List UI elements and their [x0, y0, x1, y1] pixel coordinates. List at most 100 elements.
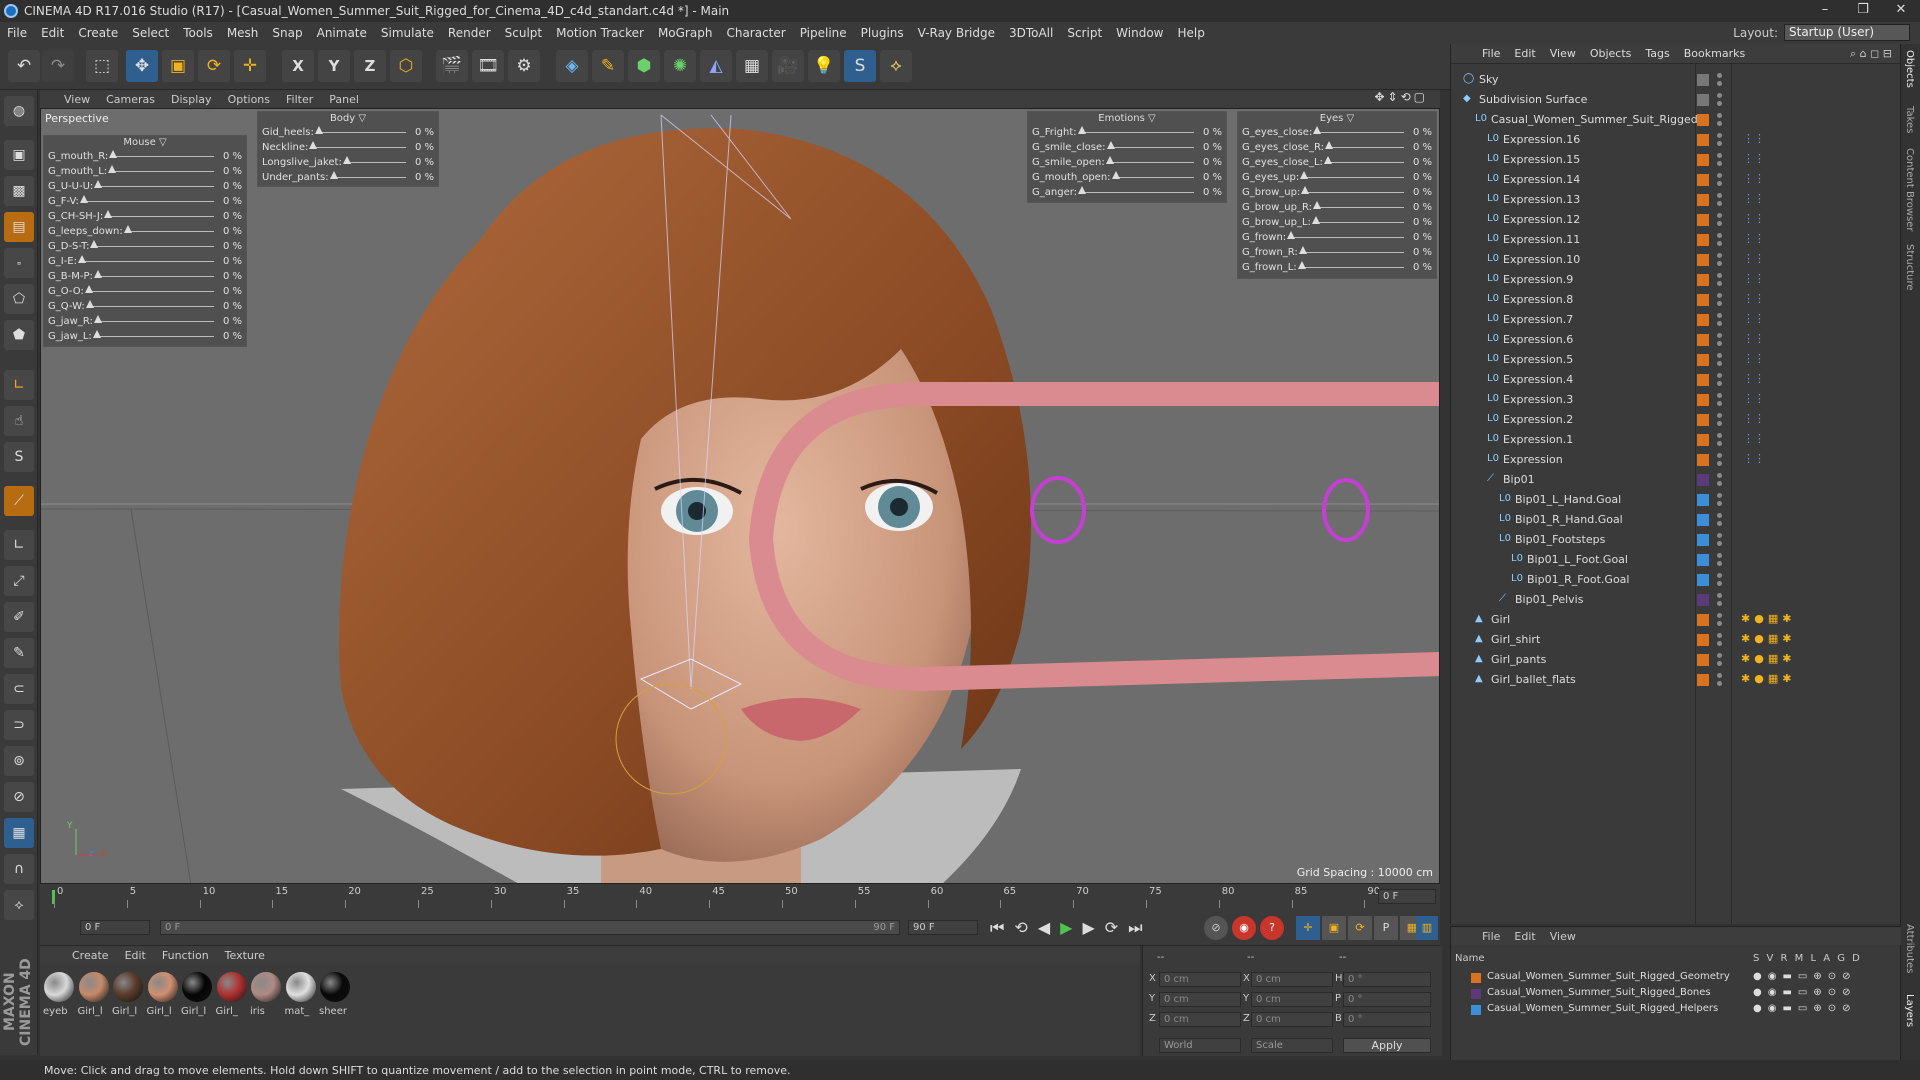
- objects-menu-bookmarks[interactable]: Bookmarks: [1677, 47, 1752, 60]
- render-visibility-dot[interactable]: [1717, 601, 1722, 606]
- layer-color-swatch[interactable]: [1697, 534, 1709, 546]
- menu-help[interactable]: Help: [1170, 26, 1211, 40]
- redo-button[interactable]: ↷: [42, 50, 74, 82]
- object-row[interactable]: L0 Casual_Women_Summer_Suit_Rigged: [1451, 110, 1901, 130]
- texture-mode-icon[interactable]: ▩: [4, 176, 34, 206]
- slider-thumb[interactable]: [93, 315, 102, 323]
- editor-visibility-dot[interactable]: [1717, 593, 1722, 598]
- menu-create[interactable]: Create: [71, 26, 125, 40]
- xpresso-tag-icon[interactable]: ⋮⋮: [1743, 452, 1765, 465]
- xpresso-tag-icon[interactable]: ⋮⋮: [1743, 152, 1765, 165]
- material-menu-function[interactable]: Function: [154, 949, 217, 962]
- layers-menu-view[interactable]: View: [1543, 930, 1583, 943]
- render-visibility-dot[interactable]: [1717, 581, 1722, 586]
- object-row[interactable]: L0 Expression.2 ⋮⋮: [1451, 410, 1901, 430]
- render-visibility-dot[interactable]: [1717, 501, 1722, 506]
- slider-thumb[interactable]: [78, 255, 86, 263]
- model-mode-icon[interactable]: ▣: [4, 140, 34, 170]
- apply-button[interactable]: Apply: [1343, 1038, 1431, 1053]
- editor-visibility-dot[interactable]: [1717, 73, 1722, 78]
- snapping-enabled-icon[interactable]: ⟋: [4, 486, 34, 516]
- next-frame-icon[interactable]: ▶: [1082, 918, 1104, 937]
- render-visibility-dot[interactable]: [1717, 561, 1722, 566]
- object-row[interactable]: ▲ Girl_shirt ✱●▦✱: [1451, 630, 1901, 650]
- tweak-mode-icon[interactable]: ☝: [4, 406, 34, 436]
- floor-icon[interactable]: ▦: [736, 50, 768, 82]
- slider-track[interactable]: [1311, 216, 1404, 224]
- material-swatch[interactable]: [251, 972, 281, 1002]
- xpresso-tag-icon[interactable]: ⋮⋮: [1743, 292, 1765, 305]
- scale-mode-dropdown[interactable]: Scale: [1251, 1038, 1333, 1053]
- layer-color-swatch[interactable]: [1697, 514, 1709, 526]
- slider-thumb[interactable]: [1312, 201, 1321, 209]
- editor-visibility-dot[interactable]: [1717, 333, 1722, 338]
- object-row[interactable]: L0 Expression.13 ⋮⋮: [1451, 190, 1901, 210]
- editor-visibility-dot[interactable]: [1717, 493, 1722, 498]
- layer-color-swatch[interactable]: [1697, 114, 1709, 126]
- position-field[interactable]: 0 cm: [1159, 992, 1241, 1007]
- editor-visibility-dot[interactable]: [1717, 553, 1722, 558]
- slider-thumb[interactable]: [108, 165, 117, 173]
- paint-icon[interactable]: ✎: [4, 638, 34, 668]
- menu-animate[interactable]: Animate: [310, 26, 374, 40]
- slider-thumb[interactable]: [1323, 156, 1332, 164]
- layer-color-swatch[interactable]: [1697, 574, 1709, 586]
- editor-visibility-dot[interactable]: [1717, 373, 1722, 378]
- layer-color-swatch[interactable]: [1697, 374, 1709, 386]
- slider-thumb[interactable]: [84, 285, 93, 293]
- render-picture-viewer-icon[interactable]: 🎞: [472, 50, 504, 82]
- render-visibility-dot[interactable]: [1717, 181, 1722, 186]
- object-row[interactable]: L0 Bip01_L_Foot.Goal: [1451, 550, 1901, 570]
- layer-color-swatch[interactable]: [1697, 654, 1709, 666]
- objects-menu-objects[interactable]: Objects: [1583, 47, 1639, 60]
- layer-color-swatch[interactable]: [1697, 294, 1709, 306]
- menu-motion-tracker[interactable]: Motion Tracker: [549, 26, 651, 40]
- xpresso-tag-icon[interactable]: ⋮⋮: [1743, 412, 1765, 425]
- floor-grid-icon[interactable]: ▦: [4, 818, 34, 848]
- editor-visibility-dot[interactable]: [1717, 113, 1722, 118]
- viewport-menu-options[interactable]: Options: [220, 93, 278, 106]
- render-visibility-dot[interactable]: [1717, 161, 1722, 166]
- deformer-icon[interactable]: ◭: [700, 50, 732, 82]
- xpresso-tag-icon[interactable]: ⋮⋮: [1743, 272, 1765, 285]
- tab-objects[interactable]: Objects: [1904, 50, 1915, 88]
- object-row[interactable]: L0 Expression.14 ⋮⋮: [1451, 170, 1901, 190]
- shape-icon[interactable]: ⊘: [4, 782, 34, 812]
- minimize-button[interactable]: –: [1808, 0, 1842, 22]
- render-visibility-dot[interactable]: [1717, 281, 1722, 286]
- render-settings-icon[interactable]: ⚙: [508, 50, 540, 82]
- start-frame-field[interactable]: 0 F: [80, 920, 150, 935]
- slider-track[interactable]: [1111, 171, 1194, 179]
- editor-visibility-dot[interactable]: [1717, 453, 1722, 458]
- layer-toggle-icons[interactable]: ●◉▬▭⊕⊙⊘: [1753, 971, 1856, 982]
- slider-track[interactable]: [1324, 141, 1404, 149]
- slider-track[interactable]: [1298, 246, 1404, 254]
- slider-thumb[interactable]: [329, 171, 338, 179]
- slider-track[interactable]: [1078, 186, 1194, 194]
- render-visibility-dot[interactable]: [1717, 141, 1722, 146]
- z-axis-lock-button[interactable]: Z: [354, 50, 386, 82]
- render-visibility-dot[interactable]: [1717, 341, 1722, 346]
- close-button[interactable]: ✕: [1884, 0, 1918, 22]
- layer-color-swatch[interactable]: [1697, 274, 1709, 286]
- object-row[interactable]: L0 Expression.15 ⋮⋮: [1451, 150, 1901, 170]
- layers-menu-file[interactable]: File: [1475, 930, 1507, 943]
- objects-menu-tags[interactable]: Tags: [1638, 47, 1676, 60]
- slider-track[interactable]: [309, 141, 406, 149]
- key-rotation-icon[interactable]: ⟳: [1348, 916, 1372, 940]
- camera-icon[interactable]: 🎥: [772, 50, 804, 82]
- object-row[interactable]: ◯ Sky: [1451, 70, 1901, 90]
- layer-color-swatch[interactable]: [1471, 1005, 1481, 1015]
- material-tags-icon[interactable]: ✱●▦✱: [1741, 612, 1795, 625]
- viewport-menu-cameras[interactable]: Cameras: [98, 93, 163, 106]
- polygons-mode-icon[interactable]: ⬟: [4, 320, 34, 350]
- objects-menu-edit[interactable]: Edit: [1507, 47, 1542, 60]
- material-tags-icon[interactable]: ✱●▦✱: [1741, 672, 1795, 685]
- render-visibility-dot[interactable]: [1717, 641, 1722, 646]
- slider-track[interactable]: [1077, 126, 1194, 134]
- layer-color-swatch[interactable]: [1697, 254, 1709, 266]
- render-visibility-dot[interactable]: [1717, 421, 1722, 426]
- slider-track[interactable]: [90, 240, 214, 248]
- slider-thumb[interactable]: [104, 210, 113, 218]
- tab-content-browser[interactable]: Content Browser: [1904, 148, 1915, 231]
